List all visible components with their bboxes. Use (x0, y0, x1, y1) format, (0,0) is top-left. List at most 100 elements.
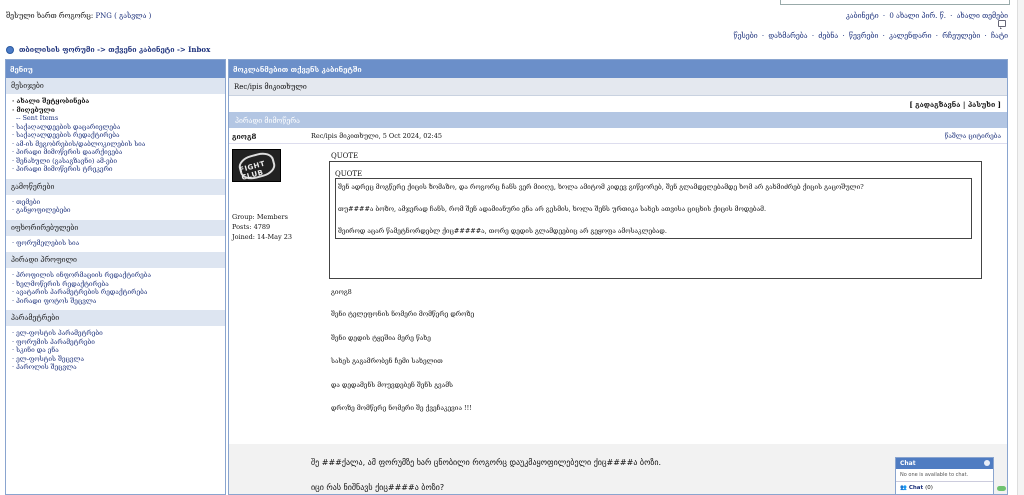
nav-link-members[interactable]: წევრები (849, 32, 879, 40)
nav-link-rules[interactable]: წესები (734, 32, 758, 40)
nav-link-favorites[interactable]: რჩეულები (942, 32, 980, 40)
sidebar-item-member-list[interactable]: · ფორუმელების სია (12, 239, 219, 248)
sidebar-section-title: გამოწერები (6, 178, 225, 195)
chat-title: Chat (900, 460, 916, 467)
sidebar-section-title: პირადი პროფილი (6, 252, 225, 268)
quote-line: შენ ადრეც მოგწერე ქიცის ზომაზო, და როგორ… (338, 183, 864, 191)
chat-close-icon[interactable] (984, 460, 990, 466)
footer-line: იცი რას ნიშნავს ქიც####ა ბოზი? (311, 483, 445, 492)
sidebar-item-archive[interactable]: · პირადი მიმოწერის დაარქივება (12, 148, 219, 157)
post-line: და დედამენს მოუვდებენ შენს გვამს (331, 381, 453, 389)
sidebar-section-items: · პროფილის ინფორმაციის რედაქტირება · ხელ… (6, 268, 225, 310)
separator: · (811, 32, 815, 40)
quote-line: შეიროდ აცარ წამეტნორდებლ ქიც#####ა, თორე… (338, 227, 667, 235)
message-actions[interactable]: [ გადაგზავნა | პასუხი ] (229, 96, 1007, 112)
sidebar-menu: მენიუ მესიჯები · ახალი შეტყობინება · მიღ… (5, 59, 226, 495)
nav-link-calendar[interactable]: კალენდარი (889, 32, 931, 40)
inner-quote-label: QUOTE (335, 170, 363, 178)
separator: · (882, 32, 885, 40)
footer-line: შე ###ქალა, ამ ფორუმზე ხარ ცნობილი როგორ… (311, 458, 662, 467)
panel-title: მოკლანმებით თქვენს კაბინეტში (229, 60, 1007, 78)
post-line: შენი დედის ტყეშია მერე წახე (331, 334, 431, 342)
sidebar-section-items: · ფორუმელების სია (6, 236, 225, 253)
sidebar-item-edit-profile[interactable]: · პროფილის ინფორმაციის რედაქტირება (12, 271, 219, 280)
sidebar-item-email-settings[interactable]: · ელ-ფოსტის პარამეტრები (12, 329, 219, 338)
nav-link-chat[interactable]: ჩატი (991, 32, 1008, 40)
sidebar-section-items: · ელ-ფოსტის პარამეტრები · ფორუმის პარამე… (6, 326, 225, 377)
sidebar-item-topics[interactable]: · თემები (12, 198, 219, 207)
sidebar-item-change-email[interactable]: · ელ-ფოსტის შეცვლა (12, 355, 219, 364)
separator: · (842, 32, 845, 40)
post-line: შენი ტელეფონის ნომერი მომწერე დროზე (331, 310, 475, 318)
login-prefix: შესული ხართ როგორც: (6, 12, 94, 20)
logout-link[interactable]: ( გასვლა ) (114, 12, 151, 20)
login-info: შესული ხართ როგორც: PNG ( გასვლა ) (6, 12, 151, 20)
breadcrumb: თბილისის ფორუმი -> თქვენი კაბინეტი -> In… (6, 45, 210, 54)
user-link-cabinet[interactable]: კაბინეტი (846, 12, 879, 20)
sidebar-item-tracker[interactable]: · პირადი მიმოწერის ტრეკერი (12, 165, 219, 174)
author-group: Group: Members (232, 213, 288, 221)
sidebar-item-forums[interactable]: · განყოფილებები (12, 206, 219, 215)
author-meta: Group: Members Posts: 4789 Joined: 14-Ma… (232, 212, 292, 242)
scrollbar[interactable] (1017, 0, 1024, 495)
sidebar-item-change-password[interactable]: · პაროლის შეცვლა (12, 363, 219, 372)
sidebar-section-title: იფხორირებულები (6, 219, 225, 236)
chat-label: Chat (908, 485, 924, 491)
delete-quote-links[interactable]: წაშლა ციტირება (945, 132, 1001, 140)
actions-text[interactable]: [ გადაგზავნა | პასუხი ] (909, 100, 1001, 109)
user-link-new-pm[interactable]: 0 ახალი პირ. წ. (889, 12, 946, 20)
author-name[interactable]: გიოგ8 (232, 132, 256, 141)
message-footer: შე ###ქალა, ამ ფორუმზე ხარ ცნობილი როგორ… (229, 445, 1007, 494)
sidebar-section-title: მესიჯები (6, 78, 225, 94)
sidebar-title: მენიუ (6, 60, 225, 78)
nav-link-search[interactable]: ძებნა (818, 32, 838, 40)
top-bar: შესული ხართ როგორც: PNG ( გასვლა ) კაბინ… (0, 0, 1024, 56)
sidebar-item-edit-signature[interactable]: · ხელმოწერის რედაქტირება (12, 280, 219, 289)
inner-quote-box: შენ ადრეც მოგწერე ქიცის ზომაზო, და როგორ… (335, 178, 972, 239)
sidebar-item-skin-language[interactable]: · სკინი და ენა (12, 346, 219, 355)
sidebar-item-inbox[interactable]: · მიღებული (12, 106, 219, 115)
sidebar-item-change-photo[interactable]: · პირადი ფოტოს შეცვლა (12, 297, 219, 306)
separator: · (761, 32, 765, 40)
user-links: კაბინეტი · 0 ახალი პირ. წ. · ახალი თემებ… (844, 12, 1008, 20)
sidebar-item-avatar-settings[interactable]: · ავატარის პარამეტრების რედაქტირება (12, 288, 219, 297)
separator: · (935, 32, 939, 40)
author-column: FIGHT CLUB Group: Members Posts: 4789 Jo… (229, 144, 319, 444)
sidebar-item-sent-items[interactable]: -- Sent Items (12, 114, 219, 123)
chat-header[interactable]: Chat (896, 458, 993, 469)
chat-toggle-switch[interactable] (997, 486, 1006, 491)
sidebar-section-items: · ახალი შეტყობინება · მიღებული -- Sent I… (6, 94, 225, 179)
message-panel: მოკლანმებით თქვენს კაბინეტში Rec/ipis მი… (228, 59, 1008, 495)
post-line: დროზე მომწერე ნომერი შე ქვეჩაკევია !!! (331, 404, 472, 412)
post-area: FIGHT CLUB Group: Members Posts: 4789 Jo… (229, 144, 1007, 444)
recipient-label: Rec/ipis მიკითხული (229, 78, 1007, 96)
user-link-new-topics[interactable]: ახალი თემები (957, 12, 1008, 20)
chat-widget[interactable]: Chat No one is available to chat. 👥 Chat… (895, 457, 994, 495)
sidebar-item-edit-folders[interactable]: · საქაღალდეების რედაქტირება (12, 131, 219, 140)
separator: · (950, 12, 953, 20)
sidebar-item-buddy-list[interactable]: · ამ-ის მეგობრების/დაბლოკილების სია (12, 140, 219, 149)
sidebar-item-new-message[interactable]: · ახალი შეტყობინება (12, 97, 219, 106)
nav-links: წესები · დახმარება · ძებნა · წევრები · კ… (732, 32, 1008, 40)
nav-link-help[interactable]: დახმარება (768, 32, 807, 40)
sidebar-item-board-settings[interactable]: · ფორუმის პარამეტრები (12, 338, 219, 347)
quote-label: QUOTE (331, 152, 359, 160)
avatar: FIGHT CLUB (232, 149, 281, 182)
forum-globe-icon (6, 45, 14, 54)
author-row: გიოგ8 Rec/ipis მიკითხული, 5 Oct 2024, 02… (229, 128, 1007, 144)
sidebar-item-empty-folders[interactable]: · საქაღალდეების დაცარიელება (12, 123, 219, 132)
sidebar-item-saved-drafts[interactable]: · შენახული (გასაგზავნი) ამ-ები (12, 157, 219, 166)
post-line: გიოგ8 (331, 288, 352, 296)
chat-count: (0) (925, 485, 933, 491)
separator: · (984, 32, 987, 40)
author-joined: Joined: 14-May 23 (232, 233, 293, 241)
sidebar-section-title: პარამეტრები (6, 310, 225, 326)
message-icon[interactable] (998, 20, 1006, 29)
breadcrumb-text[interactable]: თბილისის ფორუმი -> თქვენი კაბინეტი -> In… (19, 45, 210, 54)
search-input[interactable] (780, 0, 1010, 5)
separator: · (882, 12, 886, 20)
username-link[interactable]: PNG (95, 12, 111, 20)
chat-footer[interactable]: 👥 Chat (0) (896, 482, 993, 494)
chat-status: No one is available to chat. (896, 469, 993, 482)
sent-info: Rec/ipis მიკითხული, 5 Oct 2024, 02:45 (311, 132, 442, 140)
